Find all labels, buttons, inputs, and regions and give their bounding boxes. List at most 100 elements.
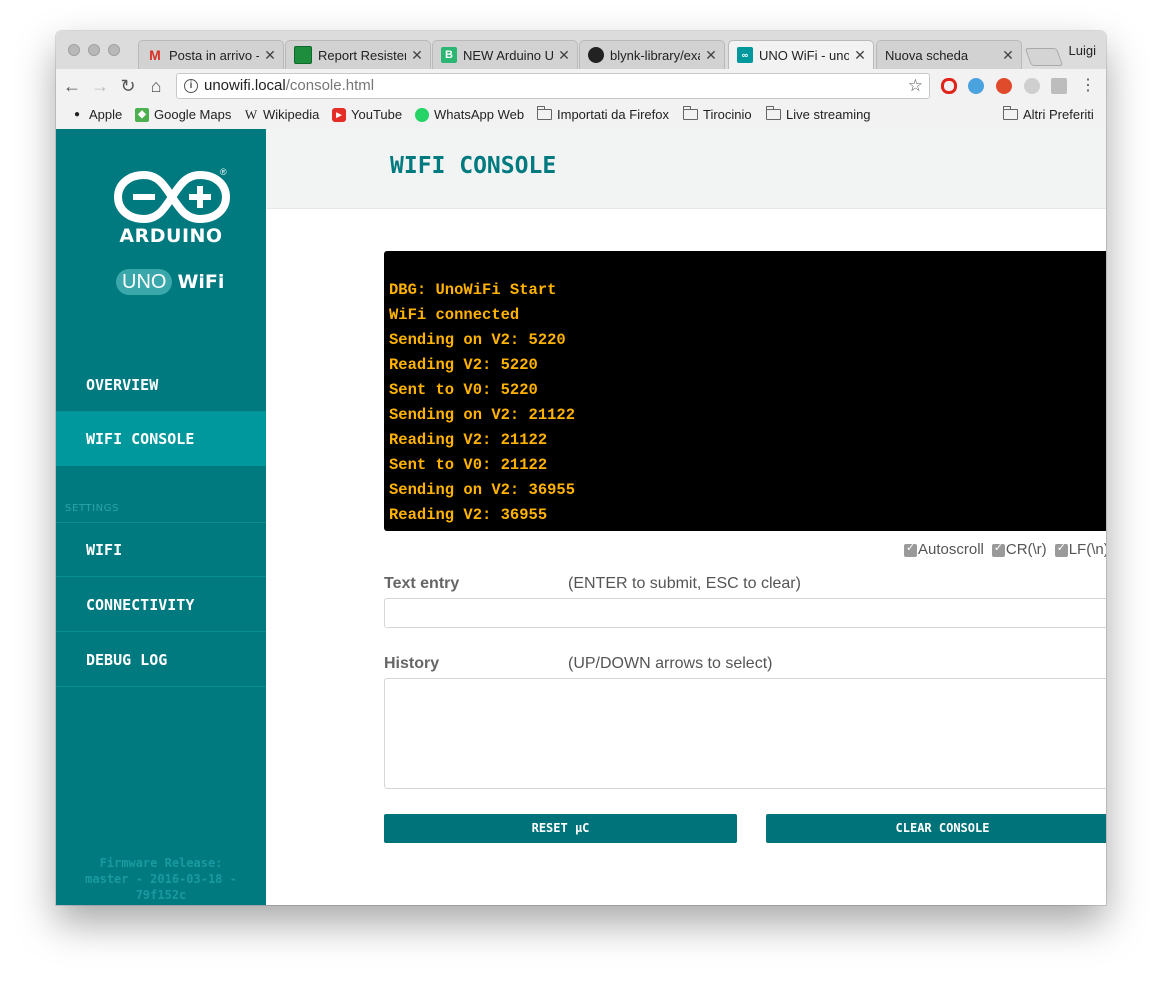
tab-title: NEW Arduino UNO xyxy=(463,47,553,63)
home-icon[interactable]: ⌂ xyxy=(146,76,166,96)
close-tab-icon[interactable]: ✕ xyxy=(853,47,867,64)
opera-icon[interactable] xyxy=(941,78,957,94)
bookmark-folder-tirocinio[interactable]: Tirocinio xyxy=(683,106,752,122)
github-icon xyxy=(588,47,604,63)
text-entry-input[interactable] xyxy=(384,598,1106,628)
maps-icon: ◆ xyxy=(135,107,149,122)
checkbox-checked-icon xyxy=(1054,541,1068,557)
history-list[interactable] xyxy=(384,678,1106,789)
wifi-label: WiFi xyxy=(177,271,225,293)
main-panel: WIFI CONSOLE DBG: UnoWiFi Start WiFi con… xyxy=(266,129,1106,905)
extension-red-icon[interactable] xyxy=(996,78,1012,94)
page-title: WIFI CONSOLE xyxy=(390,153,557,179)
sidebar: ® ARDUINO UNO WiFi OVERVIEW WIFI CONSOLE… xyxy=(56,129,266,905)
youtube-icon: ▶ xyxy=(332,107,346,122)
browser-window: M Posta in arrivo - ✕ Report Resistenze … xyxy=(56,31,1106,905)
info-icon[interactable]: i xyxy=(184,79,198,93)
close-tab-icon[interactable]: ✕ xyxy=(263,47,277,64)
reload-icon[interactable]: ↻ xyxy=(118,76,138,96)
nav-debug-log[interactable]: DEBUG LOG xyxy=(56,633,266,687)
tab-title: Posta in arrivo - xyxy=(169,47,259,63)
nav-connectivity[interactable]: CONNECTIVITY xyxy=(56,578,266,632)
bookmark-star-icon[interactable]: ☆ xyxy=(908,74,923,98)
b-letter-icon: B xyxy=(441,47,457,63)
tab-title: UNO WiFi - unowi xyxy=(759,47,849,63)
tab-title: Report Resistenze xyxy=(318,47,406,63)
extension-square-icon[interactable] xyxy=(1051,78,1067,94)
close-tab-icon[interactable]: ✕ xyxy=(704,47,718,64)
whatsapp-icon xyxy=(415,107,429,122)
back-arrow-icon[interactable]: ← xyxy=(62,76,82,96)
apple-icon: ● xyxy=(73,109,81,120)
uno-label: UNO xyxy=(116,269,173,295)
bookmark-folder-firefox[interactable]: Importati da Firefox xyxy=(537,106,669,122)
tab-github[interactable]: blynk-library/exa ✕ xyxy=(579,40,725,69)
close-window-button[interactable] xyxy=(68,44,80,56)
gmail-icon: M xyxy=(149,47,161,63)
console-output[interactable]: DBG: UnoWiFi Start WiFi connected Sendin… xyxy=(384,251,1106,531)
wikipedia-icon: W xyxy=(244,106,258,122)
forward-arrow-icon[interactable]: → xyxy=(90,76,110,96)
console-line: Reading V2: 5220 xyxy=(389,356,538,374)
bookmark-other-favorites[interactable]: Altri Preferiti xyxy=(1003,106,1094,122)
console-line: Reading V2: 36955 xyxy=(389,506,548,524)
folder-icon xyxy=(766,106,781,120)
url-text: unowifi.local/console.html xyxy=(204,77,375,94)
browser-toolbar: ← → ↻ ⌂ i unowifi.local/console.html ☆ ⋮ xyxy=(56,69,1106,103)
folder-icon xyxy=(1003,106,1018,120)
tab-gmail[interactable]: M Posta in arrivo - ✕ xyxy=(138,40,284,69)
tab-title: blynk-library/exa xyxy=(610,47,700,63)
tab-new[interactable]: Nuova scheda ✕ xyxy=(876,40,1022,69)
nav-overview[interactable]: OVERVIEW xyxy=(56,358,266,412)
tab-report[interactable]: Report Resistenze ✕ xyxy=(285,40,431,69)
settings-section-label: SETTINGS xyxy=(65,503,120,514)
lf-checkbox[interactable]: LF(\n) xyxy=(1054,541,1106,558)
bookmark-youtube[interactable]: ▶ YouTube xyxy=(332,107,402,122)
console-options: Autoscroll CR(\r) LF(\n) xyxy=(904,541,1106,558)
console-line: WiFi connected xyxy=(389,306,520,324)
bookmark-folder-live[interactable]: Live streaming xyxy=(766,106,871,122)
registered-mark: ® xyxy=(220,167,227,177)
profile-name[interactable]: Luigi xyxy=(1069,43,1096,58)
console-line: DBG: UnoWiFi Start xyxy=(389,281,557,299)
close-tab-icon[interactable]: ✕ xyxy=(410,47,424,64)
reset-uc-button[interactable]: RESET µC xyxy=(384,814,737,843)
close-tab-icon[interactable]: ✕ xyxy=(557,47,571,64)
bookmark-wikipedia[interactable]: W Wikipedia xyxy=(244,106,320,123)
maximize-window-button[interactable] xyxy=(108,44,120,56)
uno-wifi-badge: UNO WiFi xyxy=(116,269,224,295)
brand-name: ARDUINO xyxy=(119,225,223,247)
bookmark-google-maps[interactable]: ◆ Google Maps xyxy=(135,107,231,122)
address-bar[interactable]: i unowifi.local/console.html ☆ xyxy=(176,73,930,99)
arduino-icon: ∞ xyxy=(737,47,753,63)
console-line: Sending on V2: 5220 xyxy=(389,331,566,349)
extension-blue-icon[interactable] xyxy=(968,78,984,94)
menu-kebab-icon[interactable]: ⋮ xyxy=(1078,76,1098,96)
autoscroll-checkbox[interactable]: Autoscroll xyxy=(904,541,984,558)
nav-wifi-console[interactable]: WIFI CONSOLE xyxy=(56,412,266,466)
bookmark-apple[interactable]: ● Apple xyxy=(70,107,122,122)
minimize-window-button[interactable] xyxy=(88,44,100,56)
tab-arduino-uno[interactable]: B NEW Arduino UNO ✕ xyxy=(432,40,578,69)
history-label: History xyxy=(384,655,440,672)
checkbox-checked-icon xyxy=(991,541,1005,557)
clear-console-button[interactable]: CLEAR CONSOLE xyxy=(766,814,1106,843)
cr-checkbox[interactable]: CR(\r) xyxy=(991,541,1047,558)
bookmarks-bar: ● Apple ◆ Google Maps W Wikipedia ▶ YouTube … xyxy=(56,103,1106,130)
new-tab-button[interactable] xyxy=(1024,48,1064,66)
extension-gray-icon[interactable] xyxy=(1024,78,1040,94)
green-square-icon xyxy=(294,46,312,64)
page-content: ® ARDUINO UNO WiFi OVERVIEW WIFI CONSOLE… xyxy=(56,129,1106,905)
bookmark-whatsapp[interactable]: WhatsApp Web xyxy=(415,107,524,122)
folder-icon xyxy=(537,106,552,120)
tab-title: Nuova scheda xyxy=(885,47,969,63)
console-line: Sending on V2: 36955 xyxy=(389,481,576,499)
text-entry-label: Text entry xyxy=(384,575,460,592)
firmware-info: Firmware Release: master - 2016-03-18 - … xyxy=(85,856,237,902)
console-line: Sent to V0: 21122 xyxy=(389,456,548,474)
close-tab-icon[interactable]: ✕ xyxy=(1001,47,1015,64)
checkbox-checked-icon xyxy=(904,541,917,557)
nav-wifi[interactable]: WIFI xyxy=(56,523,266,577)
text-entry-hint: (ENTER to submit, ESC to clear) xyxy=(568,575,801,592)
tab-uno-wifi[interactable]: ∞ UNO WiFi - unowi ✕ xyxy=(728,40,874,69)
